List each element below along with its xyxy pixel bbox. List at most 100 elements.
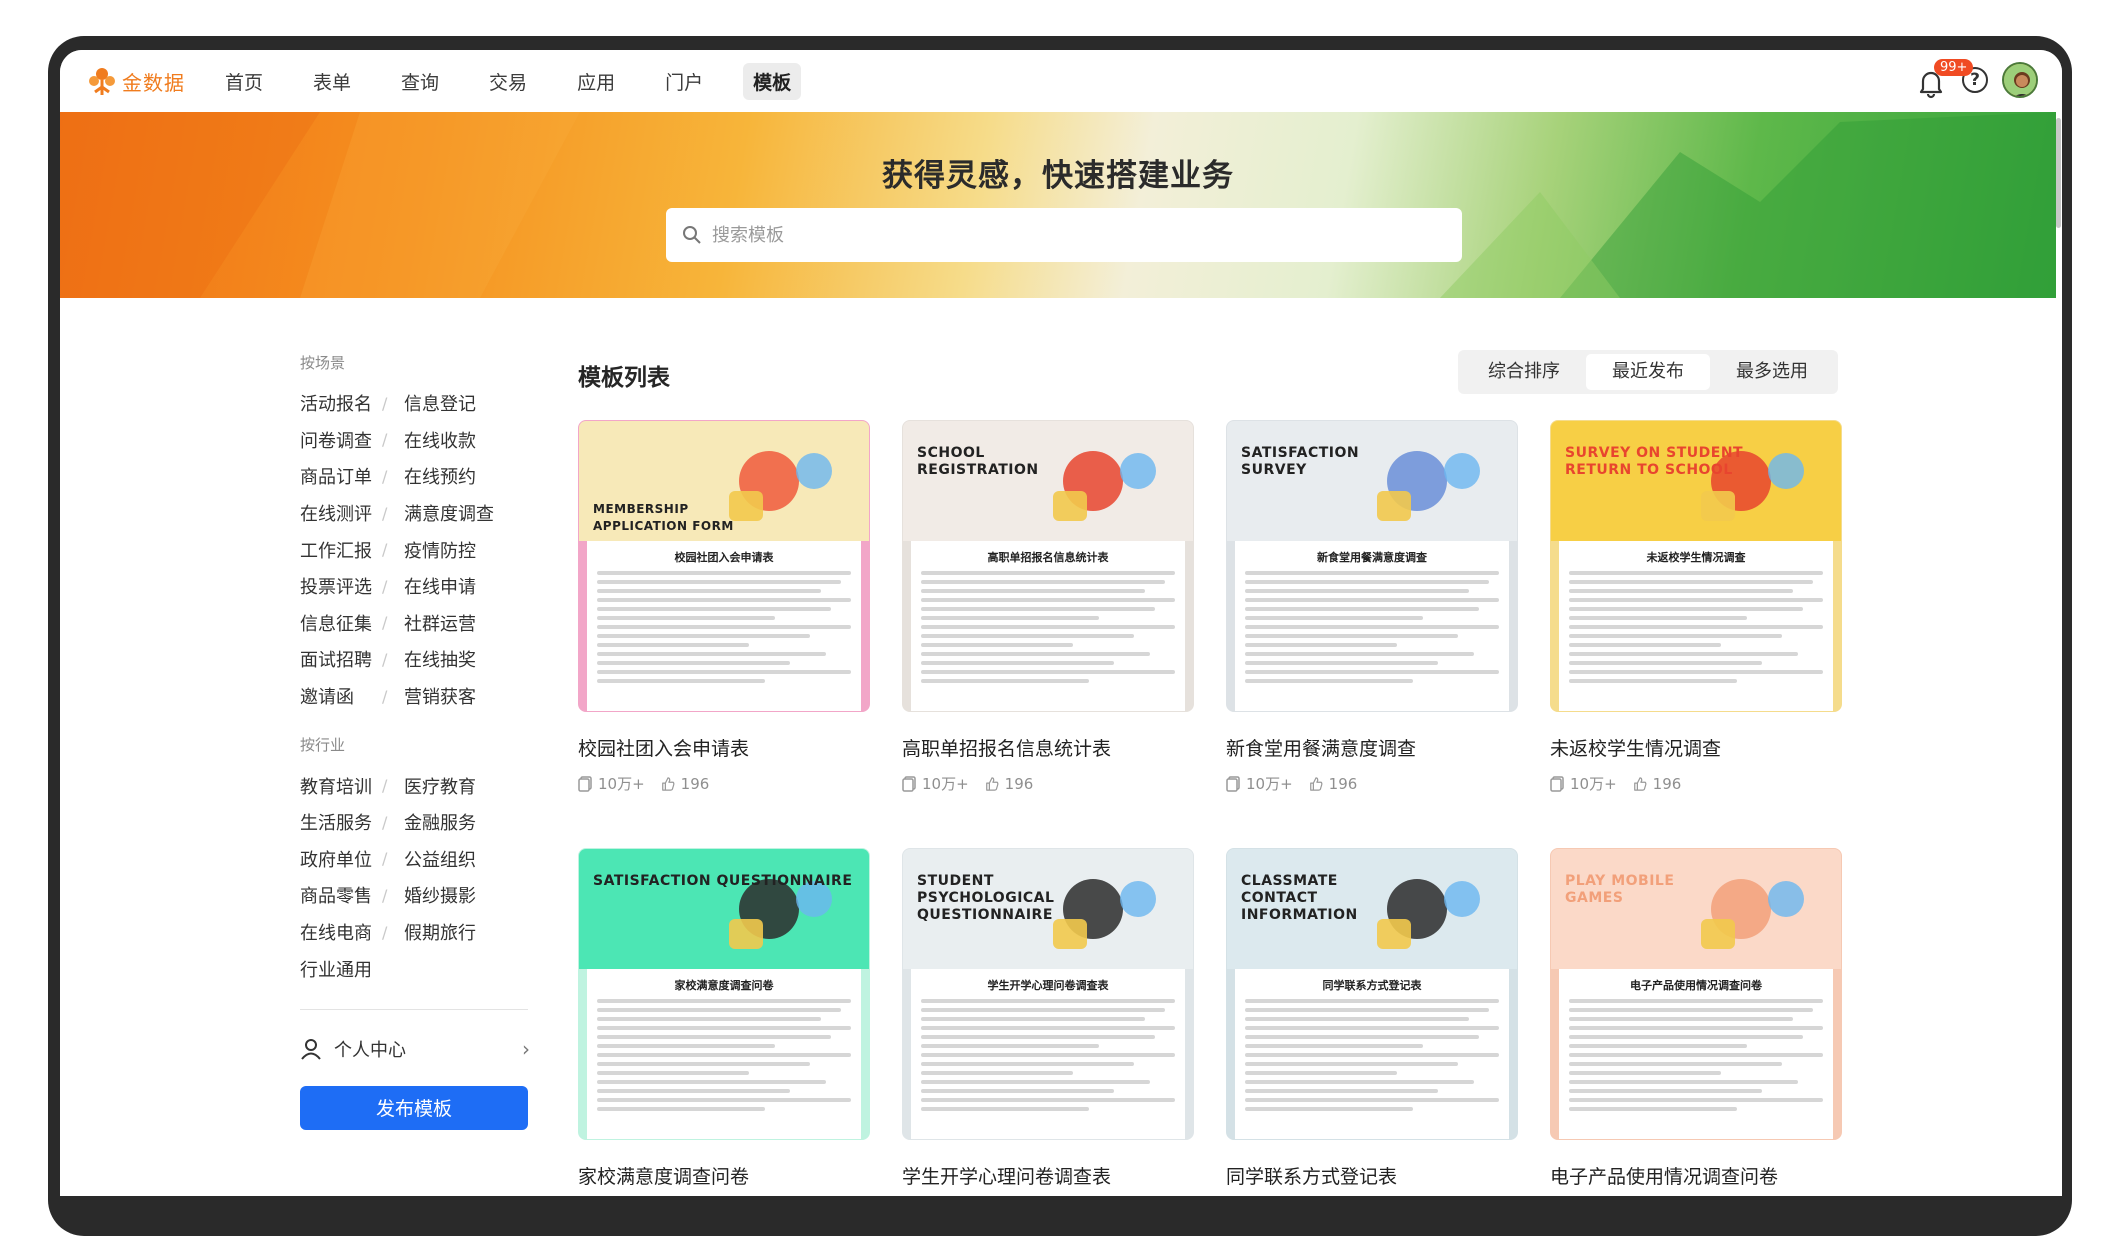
template-card[interactable]: SATISFACTION SURVEY 新食堂用餐满意度调查新食堂用餐满意度调查 1…	[1226, 420, 1518, 794]
scene-category-link[interactable]: 邀请函	[300, 683, 382, 709]
industry-category-link[interactable]: 假期旅行	[404, 919, 476, 945]
template-thumbnail[interactable]: CLASSMATE CONTACT INFORMATION 同学联系方式登记表	[1226, 848, 1518, 1140]
document-title: 同学联系方式登记表	[1322, 979, 1422, 992]
template-title[interactable]: 电子产品使用情况调查问卷	[1550, 1162, 1842, 1189]
template-card[interactable]: SCHOOL REGISTRATION 高职单招报名信息统计表高职单招报名信息统计…	[902, 420, 1194, 794]
scene-category-link[interactable]: 面试招聘	[300, 646, 382, 672]
scene-category-link[interactable]: 社群运营	[404, 610, 476, 636]
template-card[interactable]: SURVEY ON STUDENT RETURN TO SCHOOL 未返校学生情…	[1550, 420, 1842, 794]
template-title[interactable]: 校园社团入会申请表	[578, 734, 870, 761]
template-title[interactable]: 未返校学生情况调查	[1550, 734, 1842, 761]
template-search[interactable]	[666, 208, 1462, 262]
industry-category-link[interactable]: 婚纱摄影	[404, 882, 476, 908]
scene-category-link[interactable]: 营销获客	[404, 683, 476, 709]
document-text-line	[1569, 616, 1747, 620]
template-title[interactable]: 新食堂用餐满意度调查	[1226, 734, 1518, 761]
nav-home[interactable]: 首页	[215, 63, 273, 100]
industry-category-link[interactable]: 教育培训	[300, 773, 382, 799]
document-text-line	[921, 1026, 1175, 1030]
template-card[interactable]: CLASSMATE CONTACT INFORMATION 同学联系方式登记表 同学…	[1226, 848, 1518, 1189]
template-title[interactable]: 高职单招报名信息统计表	[902, 734, 1194, 761]
sort-comprehensive[interactable]: 综合排序	[1462, 354, 1586, 390]
industry-category-link[interactable]: 金融服务	[404, 809, 476, 835]
document-text-line	[921, 1044, 1099, 1048]
scene-category-link[interactable]: 疫情防控	[404, 537, 476, 563]
copy-icon	[902, 775, 916, 792]
industry-category-link[interactable]: 商品零售	[300, 882, 382, 908]
document-text-line	[597, 607, 831, 611]
template-card[interactable]: MEMBERSHIP APPLICATION FORM 校园社团入会申请表校园社团…	[578, 420, 870, 794]
scene-category-link[interactable]: 信息征集	[300, 610, 382, 636]
document-text-line	[921, 999, 1175, 1003]
template-document-preview: 未返校学生情况调查	[1559, 541, 1833, 711]
sort-most-used[interactable]: 最多选用	[1710, 354, 1834, 390]
scene-category-link[interactable]: 投票评选	[300, 573, 382, 599]
template-thumbnail[interactable]: SURVEY ON STUDENT RETURN TO SCHOOL 未返校学生情…	[1550, 420, 1842, 712]
template-thumbnail[interactable]: STUDENT PSYCHOLOGICAL QUESTIONNAIRE 学生开学心…	[902, 848, 1194, 1140]
template-thumbnail[interactable]: SCHOOL REGISTRATION 高职单招报名信息统计表	[902, 420, 1194, 712]
personal-center-link[interactable]: 个人中心 ›	[300, 1034, 530, 1064]
separator: /	[382, 503, 388, 523]
scene-category-row: 面试招聘 / 在线抽奖	[300, 641, 530, 678]
document-text-line	[597, 1080, 826, 1084]
template-title[interactable]: 家校满意度调查问卷	[578, 1162, 870, 1189]
template-stats: 10万+ 196	[1226, 773, 1518, 794]
scene-category-link[interactable]: 问卷调查	[300, 427, 382, 453]
scene-category-link[interactable]: 活动报名	[300, 390, 382, 416]
nav-portal[interactable]: 门户	[655, 63, 713, 100]
cover-title: SURVEY ON STUDENT RETURN TO SCHOOL	[1565, 445, 1744, 478]
search-input[interactable]	[712, 224, 1412, 246]
scene-category-link[interactable]: 在线抽奖	[404, 646, 476, 672]
template-card[interactable]: STUDENT PSYCHOLOGICAL QUESTIONNAIRE 学生开学心…	[902, 848, 1194, 1189]
template-card[interactable]: PLAY MOBILE GAMES 电子产品使用情况调查问卷电子产品使用情况调查问…	[1550, 848, 1842, 1189]
scene-category-link[interactable]: 在线申请	[404, 573, 476, 599]
document-text-line	[1245, 616, 1423, 620]
notification-button[interactable]: 99+	[1918, 59, 1974, 99]
scrollbar-thumb[interactable]	[2056, 118, 2061, 228]
nav-templates[interactable]: 模板	[743, 62, 802, 100]
thumbs-up-icon[interactable]	[1309, 776, 1323, 792]
search-icon	[683, 226, 701, 244]
template-thumbnail[interactable]: PLAY MOBILE GAMES 电子产品使用情况调查问卷	[1550, 848, 1842, 1140]
nav-apps[interactable]: 应用	[567, 63, 625, 100]
template-thumbnail[interactable]: SATISFACTION SURVEY 新食堂用餐满意度调查	[1226, 420, 1518, 712]
industry-category-link[interactable]: 医疗教育	[404, 773, 476, 799]
nav-trade[interactable]: 交易	[479, 63, 537, 100]
scene-category-link[interactable]: 商品订单	[300, 463, 382, 489]
industry-category-link[interactable]: 政府单位	[300, 846, 382, 872]
template-thumbnail[interactable]: SATISFACTION QUESTIONNAIRE 家校满意度调查问卷	[578, 848, 870, 1140]
template-card[interactable]: SATISFACTION QUESTIONNAIRE 家校满意度调查问卷家校满意度…	[578, 848, 870, 1189]
template-stats: 10万+ 196	[902, 773, 1194, 794]
thumbs-up-icon[interactable]	[1633, 776, 1647, 792]
nav-forms[interactable]: 表单	[303, 63, 361, 100]
template-title[interactable]: 同学联系方式登记表	[1226, 1162, 1518, 1189]
scene-category-row: 投票评选 / 在线申请	[300, 568, 530, 605]
scene-category-link[interactable]: 信息登记	[404, 390, 476, 416]
scene-category-link[interactable]: 在线预约	[404, 463, 476, 489]
template-title[interactable]: 学生开学心理问卷调查表	[902, 1162, 1194, 1189]
industry-category-link[interactable]: 公益组织	[404, 846, 476, 872]
industry-category-link[interactable]: 行业通用	[300, 956, 382, 982]
logo[interactable]: 金数据	[86, 65, 185, 97]
document-text-line	[1245, 1071, 1398, 1075]
document-text-line	[921, 1098, 1175, 1102]
user-avatar[interactable]	[2002, 62, 2038, 98]
nav-query[interactable]: 查询	[391, 63, 449, 100]
cover-shape	[1444, 453, 1480, 489]
thumbs-up-icon[interactable]	[985, 776, 999, 792]
scene-category-link[interactable]: 在线测评	[300, 500, 382, 526]
scene-category-link[interactable]: 满意度调查	[404, 500, 494, 526]
top-right-tools: 99+ ?	[1918, 59, 2038, 99]
sort-recent[interactable]: 最近发布	[1586, 354, 1710, 390]
page-scrollbar[interactable]	[2054, 112, 2062, 272]
publish-template-button[interactable]: 发布模板	[300, 1085, 528, 1130]
scene-category-link[interactable]: 在线收款	[404, 427, 476, 453]
scene-category-link[interactable]: 工作汇报	[300, 537, 382, 563]
industry-category-link[interactable]: 生活服务	[300, 809, 382, 835]
scene-category-row: 信息征集 / 社群运营	[300, 605, 530, 642]
thumbs-up-icon[interactable]	[661, 776, 675, 792]
template-thumbnail[interactable]: MEMBERSHIP APPLICATION FORM 校园社团入会申请表	[578, 420, 870, 712]
banner-texture	[60, 112, 2056, 298]
industry-category-link[interactable]: 在线电商	[300, 919, 382, 945]
industry-category-row: 教育培训 / 医疗教育	[300, 767, 530, 804]
